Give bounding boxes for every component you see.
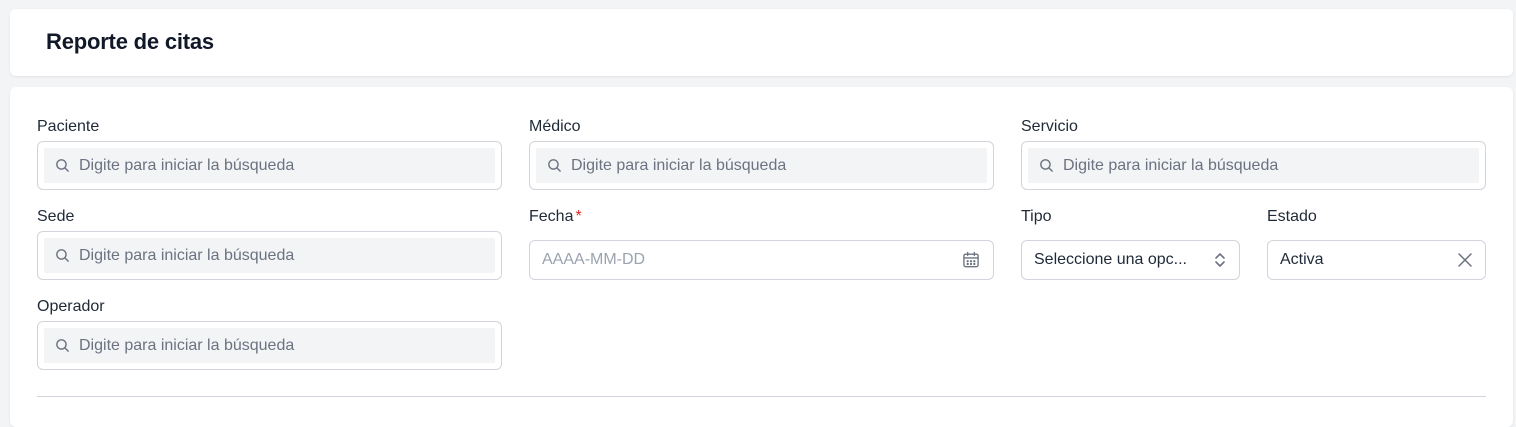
servicio-search-inner [1028,148,1479,183]
operador-search-box[interactable] [37,321,502,370]
sede-search-inner [44,238,495,273]
required-mark: * [575,208,582,225]
search-icon [56,339,69,352]
sede-label: Sede [37,208,75,225]
calendar-icon[interactable] [961,250,981,270]
estado-select[interactable]: Activa [1267,240,1486,280]
servicio-search-box[interactable] [1021,141,1486,190]
paciente-label: Paciente [37,118,100,135]
search-icon [548,159,561,172]
paciente-search-box[interactable] [37,141,502,190]
fecha-label-text: Fecha [529,208,574,225]
estado-label: Estado [1267,208,1317,225]
operador-label: Operador [37,298,105,315]
servicio-label: Servicio [1021,118,1078,135]
chevron-up-down-icon [1213,250,1227,270]
close-icon[interactable] [1457,252,1473,268]
estado-select-value: Activa [1280,251,1324,268]
servicio-search-input[interactable] [1063,156,1479,175]
medico-search-input[interactable] [571,156,987,175]
header-card: Reporte de citas [10,9,1513,76]
sede-search-input[interactable] [79,246,495,265]
filter-form: Paciente Médico Servicio Sede Fecha* [10,87,1513,427]
search-icon [56,159,69,172]
tipo-select-value: Seleccione una opc... [1034,251,1187,268]
fecha-date-input[interactable] [542,251,961,269]
divider [37,396,1486,397]
page-title: Reporte de citas [46,29,214,54]
tipo-label: Tipo [1021,208,1052,225]
fecha-label: Fecha * [529,208,582,226]
operador-search-inner [44,328,495,363]
paciente-search-inner [44,148,495,183]
fecha-date-field[interactable] [529,240,994,280]
medico-label: Médico [529,118,581,135]
search-icon [1040,159,1053,172]
paciente-search-input[interactable] [79,156,495,175]
medico-search-box[interactable] [529,141,994,190]
search-icon [56,249,69,262]
operador-search-input[interactable] [79,336,495,355]
medico-search-inner [536,148,987,183]
tipo-select[interactable]: Seleccione una opc... [1021,240,1240,280]
sede-search-box[interactable] [37,231,502,280]
